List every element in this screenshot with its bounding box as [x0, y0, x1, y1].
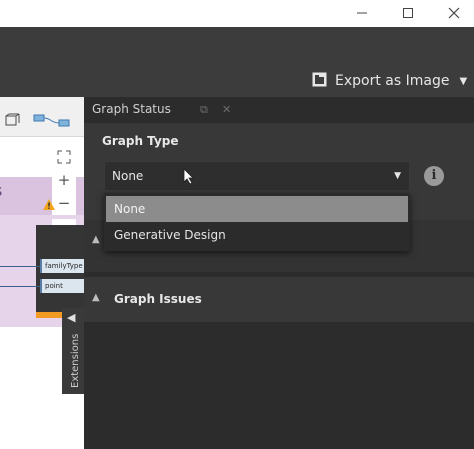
- select-value: None: [112, 169, 144, 183]
- extensions-label: Extensions: [70, 333, 81, 388]
- port-point[interactable]: point: [40, 279, 84, 293]
- graph-canvas[interactable]: s + − ✥ familyType point: [0, 97, 84, 449]
- window-titlebar: [0, 0, 474, 27]
- close-icon[interactable]: [442, 3, 466, 23]
- chevron-down-icon: ▼: [459, 75, 468, 87]
- export-label: Export as Image: [335, 73, 450, 89]
- graph-type-select[interactable]: None ▼: [104, 161, 410, 191]
- top-toolbar: Export as Image ▼: [0, 27, 474, 97]
- chevron-down-icon: ▼: [394, 171, 401, 181]
- fit-view-icon[interactable]: [52, 145, 76, 169]
- zoom-in-icon[interactable]: +: [52, 168, 76, 192]
- option-generative-design[interactable]: Generative Design: [106, 222, 408, 248]
- maximize-icon[interactable]: [396, 3, 420, 23]
- group-title: s: [0, 181, 2, 200]
- graph-type-label: Graph Type: [102, 134, 179, 148]
- panel-content-layer: Graph Type None ▼ i None Generative Desi…: [84, 97, 474, 449]
- canvas-header: [0, 97, 84, 137]
- export-as-image-button[interactable]: Export as Image ▼: [312, 71, 467, 91]
- port-familytype[interactable]: familyType: [40, 259, 84, 273]
- warning-icon: [42, 196, 56, 215]
- graph-issues-label: Graph Issues: [114, 292, 202, 306]
- info-icon[interactable]: i: [424, 166, 444, 186]
- wire: [0, 286, 40, 287]
- mouse-cursor-icon: [183, 168, 195, 189]
- graph-view-icon[interactable]: [33, 113, 71, 132]
- minimize-icon[interactable]: [350, 3, 374, 23]
- wire: [0, 266, 40, 267]
- graph-type-dropdown: None Generative Design: [104, 193, 410, 251]
- arrow-left-icon: ◀: [67, 311, 76, 324]
- image-icon: [312, 72, 327, 91]
- option-none[interactable]: None: [106, 196, 408, 222]
- cube-icon[interactable]: [4, 112, 20, 131]
